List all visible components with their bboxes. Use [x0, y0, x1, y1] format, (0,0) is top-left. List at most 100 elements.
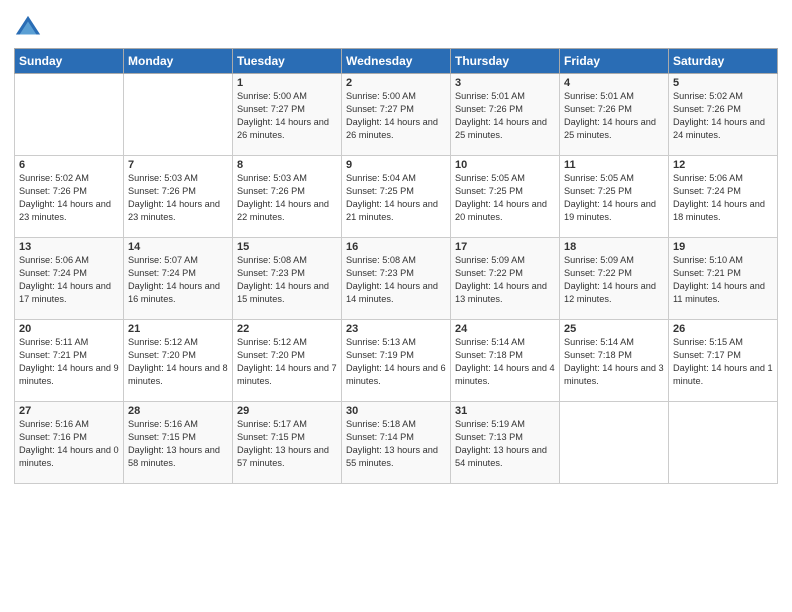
day-info: Sunrise: 5:05 AM	[455, 172, 555, 185]
calendar-cell: 31Sunrise: 5:19 AMSunset: 7:13 PMDayligh…	[451, 402, 560, 484]
day-info: Daylight: 14 hours and 4 minutes.	[455, 362, 555, 388]
day-info: Daylight: 14 hours and 25 minutes.	[455, 116, 555, 142]
day-number: 25	[564, 323, 664, 335]
day-info: Daylight: 14 hours and 13 minutes.	[455, 280, 555, 306]
day-info: Sunset: 7:15 PM	[128, 431, 228, 444]
day-info: Daylight: 13 hours and 58 minutes.	[128, 444, 228, 470]
calendar-cell: 2Sunrise: 5:00 AMSunset: 7:27 PMDaylight…	[342, 74, 451, 156]
day-info: Sunset: 7:23 PM	[346, 267, 446, 280]
day-number: 19	[673, 241, 773, 253]
day-number: 8	[237, 159, 337, 171]
day-info: Daylight: 14 hours and 23 minutes.	[19, 198, 119, 224]
day-info: Sunrise: 5:08 AM	[346, 254, 446, 267]
day-info: Daylight: 14 hours and 12 minutes.	[564, 280, 664, 306]
day-info: Sunset: 7:14 PM	[346, 431, 446, 444]
day-info: Sunrise: 5:00 AM	[346, 90, 446, 103]
day-info: Sunset: 7:24 PM	[128, 267, 228, 280]
header	[14, 10, 778, 42]
day-info: Daylight: 14 hours and 1 minute.	[673, 362, 773, 388]
day-info: Sunset: 7:27 PM	[346, 103, 446, 116]
day-info: Sunrise: 5:11 AM	[19, 336, 119, 349]
col-header-saturday: Saturday	[669, 49, 778, 74]
day-info: Daylight: 14 hours and 26 minutes.	[237, 116, 337, 142]
day-number: 17	[455, 241, 555, 253]
day-number: 30	[346, 405, 446, 417]
calendar-cell: 9Sunrise: 5:04 AMSunset: 7:25 PMDaylight…	[342, 156, 451, 238]
col-header-friday: Friday	[560, 49, 669, 74]
day-info: Daylight: 14 hours and 22 minutes.	[237, 198, 337, 224]
calendar-cell: 19Sunrise: 5:10 AMSunset: 7:21 PMDayligh…	[669, 238, 778, 320]
day-info: Daylight: 14 hours and 7 minutes.	[237, 362, 337, 388]
day-info: Sunset: 7:24 PM	[673, 185, 773, 198]
calendar-cell: 27Sunrise: 5:16 AMSunset: 7:16 PMDayligh…	[15, 402, 124, 484]
day-info: Sunrise: 5:02 AM	[19, 172, 119, 185]
col-header-thursday: Thursday	[451, 49, 560, 74]
calendar-cell: 12Sunrise: 5:06 AMSunset: 7:24 PMDayligh…	[669, 156, 778, 238]
day-info: Sunset: 7:22 PM	[564, 267, 664, 280]
day-number: 1	[237, 77, 337, 89]
day-info: Daylight: 14 hours and 19 minutes.	[564, 198, 664, 224]
day-info: Daylight: 14 hours and 20 minutes.	[455, 198, 555, 224]
day-info: Sunset: 7:26 PM	[564, 103, 664, 116]
col-header-wednesday: Wednesday	[342, 49, 451, 74]
calendar-cell: 28Sunrise: 5:16 AMSunset: 7:15 PMDayligh…	[124, 402, 233, 484]
day-info: Daylight: 14 hours and 21 minutes.	[346, 198, 446, 224]
day-info: Sunrise: 5:00 AM	[237, 90, 337, 103]
day-info: Daylight: 13 hours and 55 minutes.	[346, 444, 446, 470]
day-info: Sunrise: 5:09 AM	[455, 254, 555, 267]
day-number: 5	[673, 77, 773, 89]
calendar-cell: 3Sunrise: 5:01 AMSunset: 7:26 PMDaylight…	[451, 74, 560, 156]
day-info: Sunset: 7:15 PM	[237, 431, 337, 444]
day-info: Sunrise: 5:03 AM	[237, 172, 337, 185]
calendar-cell: 29Sunrise: 5:17 AMSunset: 7:15 PMDayligh…	[233, 402, 342, 484]
col-header-sunday: Sunday	[15, 49, 124, 74]
calendar-cell: 16Sunrise: 5:08 AMSunset: 7:23 PMDayligh…	[342, 238, 451, 320]
calendar-cell: 4Sunrise: 5:01 AMSunset: 7:26 PMDaylight…	[560, 74, 669, 156]
day-info: Daylight: 14 hours and 15 minutes.	[237, 280, 337, 306]
day-number: 22	[237, 323, 337, 335]
day-number: 13	[19, 241, 119, 253]
calendar-cell	[124, 74, 233, 156]
day-info: Sunrise: 5:06 AM	[673, 172, 773, 185]
day-number: 24	[455, 323, 555, 335]
day-info: Sunset: 7:20 PM	[237, 349, 337, 362]
calendar-week-3: 13Sunrise: 5:06 AMSunset: 7:24 PMDayligh…	[15, 238, 778, 320]
day-info: Sunset: 7:19 PM	[346, 349, 446, 362]
day-info: Sunrise: 5:05 AM	[564, 172, 664, 185]
day-info: Sunrise: 5:08 AM	[237, 254, 337, 267]
calendar-header-row: SundayMondayTuesdayWednesdayThursdayFrid…	[15, 49, 778, 74]
day-number: 20	[19, 323, 119, 335]
day-info: Sunset: 7:26 PM	[673, 103, 773, 116]
day-info: Sunset: 7:25 PM	[564, 185, 664, 198]
day-info: Daylight: 14 hours and 9 minutes.	[19, 362, 119, 388]
day-info: Sunrise: 5:14 AM	[564, 336, 664, 349]
day-number: 10	[455, 159, 555, 171]
day-info: Sunrise: 5:12 AM	[128, 336, 228, 349]
day-info: Daylight: 13 hours and 54 minutes.	[455, 444, 555, 470]
day-info: Daylight: 14 hours and 26 minutes.	[346, 116, 446, 142]
day-number: 23	[346, 323, 446, 335]
calendar-cell: 25Sunrise: 5:14 AMSunset: 7:18 PMDayligh…	[560, 320, 669, 402]
day-info: Sunrise: 5:12 AM	[237, 336, 337, 349]
day-info: Daylight: 14 hours and 3 minutes.	[564, 362, 664, 388]
day-number: 9	[346, 159, 446, 171]
calendar-cell: 26Sunrise: 5:15 AMSunset: 7:17 PMDayligh…	[669, 320, 778, 402]
day-info: Sunrise: 5:13 AM	[346, 336, 446, 349]
calendar-cell: 15Sunrise: 5:08 AMSunset: 7:23 PMDayligh…	[233, 238, 342, 320]
day-number: 4	[564, 77, 664, 89]
calendar-cell: 23Sunrise: 5:13 AMSunset: 7:19 PMDayligh…	[342, 320, 451, 402]
day-info: Sunset: 7:25 PM	[346, 185, 446, 198]
calendar-week-1: 1Sunrise: 5:00 AMSunset: 7:27 PMDaylight…	[15, 74, 778, 156]
day-info: Sunrise: 5:18 AM	[346, 418, 446, 431]
day-info: Sunrise: 5:17 AM	[237, 418, 337, 431]
day-number: 26	[673, 323, 773, 335]
day-info: Sunset: 7:24 PM	[19, 267, 119, 280]
day-info: Sunrise: 5:06 AM	[19, 254, 119, 267]
day-info: Sunrise: 5:16 AM	[128, 418, 228, 431]
day-info: Sunset: 7:17 PM	[673, 349, 773, 362]
day-info: Sunrise: 5:01 AM	[455, 90, 555, 103]
day-info: Sunset: 7:26 PM	[19, 185, 119, 198]
day-info: Sunrise: 5:14 AM	[455, 336, 555, 349]
calendar-cell: 13Sunrise: 5:06 AMSunset: 7:24 PMDayligh…	[15, 238, 124, 320]
calendar-cell: 22Sunrise: 5:12 AMSunset: 7:20 PMDayligh…	[233, 320, 342, 402]
